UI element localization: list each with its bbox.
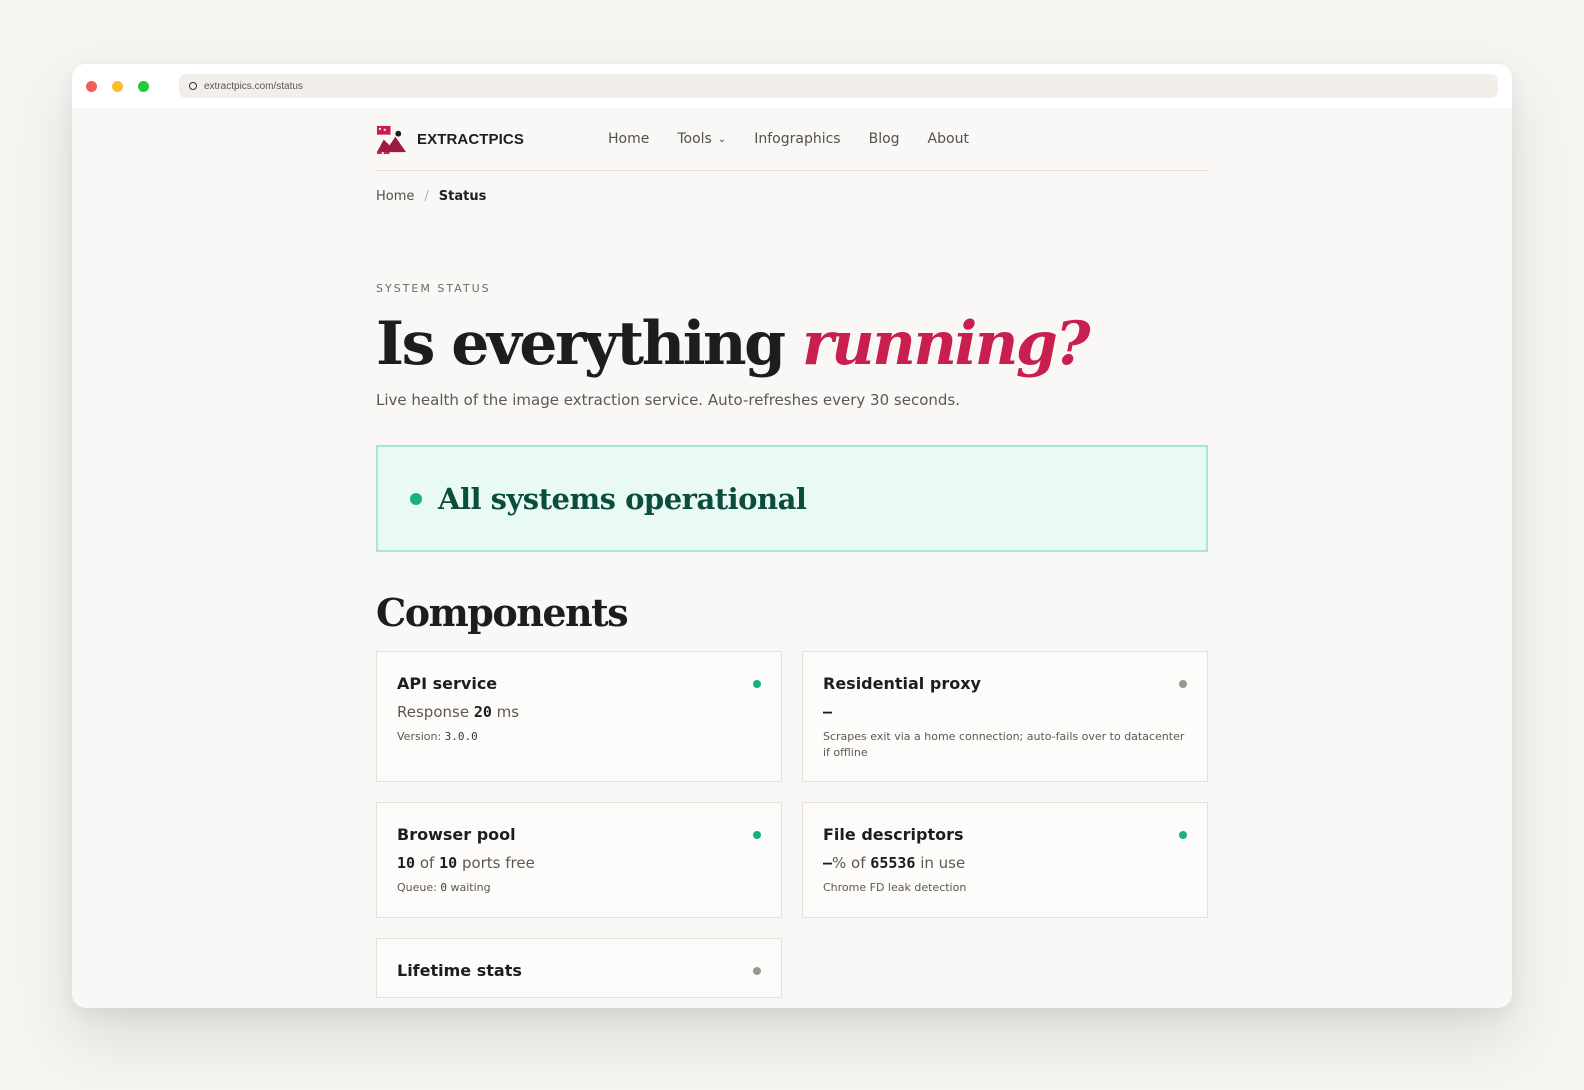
component-note: Chrome FD leak detection	[823, 881, 967, 894]
metric-unit: ms	[496, 703, 520, 721]
page-title: Is everything running?	[376, 307, 1208, 381]
metric-value: 20	[473, 703, 492, 721]
logo-link[interactable]: EXTRACTPICS	[376, 124, 608, 155]
component-name: File descriptors	[823, 825, 964, 844]
metric-value: –	[823, 854, 833, 872]
component-card-proxy: Residential proxy – Scrapes exit via a h…	[802, 651, 1208, 782]
component-note: Queue: 0 waiting	[397, 880, 761, 896]
breadcrumb-current: Status	[438, 189, 487, 204]
metric-of: of	[419, 854, 435, 872]
site-info-icon[interactable]	[189, 82, 197, 90]
status-unknown-icon	[1179, 679, 1187, 688]
note-label: Queue:	[397, 881, 437, 894]
logo-icon	[376, 125, 407, 154]
metric-of: % of	[832, 854, 866, 872]
page-title-accent: running?	[802, 309, 1091, 379]
overall-status-text: All systems operational	[438, 481, 807, 516]
brand-name: EXTRACTPICS	[417, 130, 524, 148]
chevron-down-icon: ⌄	[717, 133, 727, 145]
queue-value: 0	[440, 881, 447, 894]
component-card-browser-pool: Browser pool 10 of 10 ports free Queue: …	[376, 802, 782, 918]
nav-blog[interactable]: Blog	[869, 131, 900, 147]
page: EXTRACTPICS Home Tools ⌄ Infographics Bl…	[72, 108, 1512, 1008]
component-name: Browser pool	[397, 825, 516, 844]
component-name: Residential proxy	[823, 674, 981, 693]
components-heading: Components	[376, 590, 629, 635]
component-card-file-descriptors: File descriptors –% of 65536 in use Chro…	[802, 802, 1208, 918]
component-metric: Response 20 ms	[397, 703, 761, 721]
address-bar[interactable]: extractpics.com/status	[179, 74, 1498, 98]
nav-about[interactable]: About	[928, 131, 969, 147]
component-metric: –	[823, 703, 1187, 721]
note-suffix: waiting	[450, 881, 491, 894]
component-metric: 10 of 10 ports free	[397, 854, 761, 872]
metric-total: 65536	[870, 854, 916, 872]
note-label: Version:	[397, 730, 442, 743]
component-note: Version: 3.0.0	[397, 729, 761, 745]
url-text: extractpics.com/status	[204, 80, 303, 92]
status-ok-icon	[753, 679, 761, 688]
browser-window: extractpics.com/status EXTRACTPICS Home …	[72, 64, 1512, 1008]
metric-unit: in use	[920, 854, 966, 872]
component-card-api: API service Response 20 ms Version: 3.0.…	[376, 651, 782, 782]
metric-value: –	[823, 703, 833, 721]
page-subtitle: Live health of the image extraction serv…	[376, 391, 960, 409]
page-title-main: Is everything	[376, 309, 786, 379]
status-ok-icon	[410, 492, 422, 505]
component-name: Lifetime stats	[397, 961, 522, 980]
components-grid: API service Response 20 ms Version: 3.0.…	[376, 651, 1208, 998]
breadcrumb: Home / Status	[376, 189, 1208, 204]
nav-tools-label: Tools	[677, 131, 712, 147]
minimize-window-button[interactable]	[112, 80, 123, 92]
component-name: API service	[397, 674, 498, 693]
metric-value: 10	[397, 854, 416, 872]
close-window-button[interactable]	[86, 80, 97, 92]
status-unknown-icon	[753, 966, 761, 975]
component-metric: –% of 65536 in use	[823, 854, 1187, 872]
page-eyebrow: SYSTEM STATUS	[376, 282, 491, 295]
nav-infographics[interactable]: Infographics	[754, 131, 840, 147]
component-card-lifetime-stats: Lifetime stats	[376, 938, 782, 998]
overall-status-banner: All systems operational	[376, 445, 1208, 552]
metric-label: Response	[397, 703, 470, 721]
status-ok-icon	[1179, 830, 1187, 839]
status-ok-icon	[753, 830, 761, 839]
main-nav: Home Tools ⌄ Infographics Blog About	[608, 131, 969, 147]
maximize-window-button[interactable]	[138, 80, 149, 92]
browser-chrome: extractpics.com/status	[72, 64, 1512, 108]
metric-unit: ports free	[461, 854, 535, 872]
breadcrumb-separator: /	[424, 189, 429, 204]
component-note: Scrapes exit via a home connection; auto…	[823, 730, 1185, 759]
page-container: EXTRACTPICS Home Tools ⌄ Infographics Bl…	[376, 108, 1208, 998]
site-header: EXTRACTPICS Home Tools ⌄ Infographics Bl…	[376, 108, 1208, 171]
nav-tools[interactable]: Tools ⌄	[677, 131, 726, 147]
metric-total: 10	[439, 854, 458, 872]
version-value: 3.0.0	[444, 730, 478, 743]
nav-home[interactable]: Home	[608, 131, 649, 147]
breadcrumb-home[interactable]: Home	[376, 189, 414, 204]
